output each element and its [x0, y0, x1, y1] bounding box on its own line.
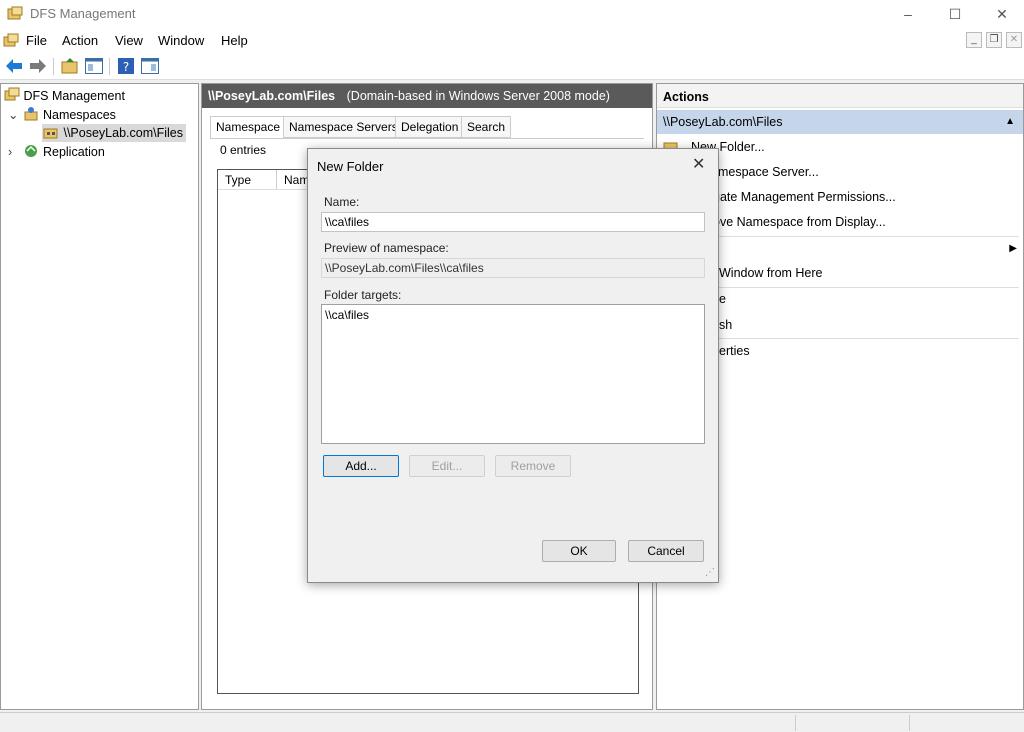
tree-label: Replication — [42, 145, 105, 159]
status-divider — [909, 715, 910, 731]
remove-button[interactable]: Remove — [495, 455, 571, 477]
chevron-down-icon[interactable]: ⌄ — [8, 106, 20, 124]
dfs-app-icon — [7, 6, 23, 20]
new-folder-dialog: New Folder ✕ Name: \\ca\files Preview of… — [307, 148, 719, 583]
action-label: Window from Here — [719, 266, 823, 280]
tab-delegation[interactable]: Delegation — [395, 116, 465, 138]
edit-button[interactable]: Edit... — [409, 455, 485, 477]
name-input[interactable]: \\ca\files — [321, 212, 705, 232]
tab-namespace-servers[interactable]: Namespace Servers — [283, 116, 404, 138]
menu-file[interactable]: File — [26, 33, 47, 48]
tree-label: \\PoseyLab.com\Files — [63, 126, 183, 140]
up-folder-icon[interactable] — [60, 56, 80, 76]
menu-action[interactable]: Action — [62, 33, 98, 48]
status-divider — [795, 715, 796, 731]
tab-namespace[interactable]: Namespace — [210, 116, 287, 139]
tree-label: Namespaces — [42, 108, 116, 122]
column-divider[interactable] — [276, 170, 277, 189]
column-type[interactable]: Type — [225, 173, 251, 187]
action-label: ove Namespace from Display... — [713, 215, 886, 229]
mdi-restore-button[interactable]: ❐ — [986, 32, 1002, 48]
preview-label: Preview of namespace: — [324, 241, 449, 255]
column-name[interactable]: Nam — [284, 173, 309, 187]
folder-targets-label: Folder targets: — [324, 288, 402, 302]
toolbar: ? — [0, 53, 1024, 80]
dialog-close-icon[interactable]: ✕ — [692, 154, 705, 174]
entries-count: 0 entries — [220, 143, 267, 157]
namespace-header-mode: (Domain-based in Windows Server 2008 mod… — [346, 89, 610, 103]
forward-arrow-icon[interactable] — [28, 56, 48, 76]
action-label: e — [719, 292, 726, 306]
preview-field: \\PoseyLab.com\Files\\ca\files — [321, 258, 705, 278]
toolbar-separator — [109, 58, 110, 75]
action-label: sh — [719, 318, 733, 332]
submenu-arrow-icon: ▶ — [1009, 243, 1017, 254]
tree-item-namespace-selected[interactable]: \\PoseyLab.com\Files — [42, 124, 186, 142]
toolbar-separator — [53, 58, 54, 75]
maximize-button[interactable]: ☐ — [935, 2, 975, 26]
dialog-title: New Folder — [317, 159, 384, 174]
actions-header: Actions — [657, 84, 1023, 108]
menu-window[interactable]: Window — [158, 33, 204, 48]
tree-item-namespaces[interactable]: ⌄ Namespaces — [8, 106, 116, 124]
mmc-document-icon — [3, 33, 19, 47]
console-tree: DFS Management ⌄ Namespaces \\PoseyLab.c… — [0, 83, 199, 710]
show-hide-console-tree-icon[interactable] — [84, 56, 104, 76]
actions-section-header[interactable]: \\PoseyLab.com\Files ▲ — [657, 110, 1023, 134]
svg-text:?: ? — [123, 60, 129, 74]
action-label: erties — [719, 344, 750, 358]
replication-icon — [25, 145, 38, 157]
action-label: gate Management Permissions... — [713, 190, 896, 204]
namespace-root-icon — [43, 128, 58, 139]
namespace-header-title: \\PoseyLab.com\Files — [208, 89, 336, 103]
cancel-button[interactable]: Cancel — [628, 540, 704, 562]
actions-section-title: \\PoseyLab.com\Files — [663, 115, 783, 129]
minimize-button[interactable]: – — [888, 2, 928, 26]
title-bar: DFS Management – ☐ ✕ — [0, 0, 1024, 28]
back-arrow-icon[interactable] — [4, 56, 24, 76]
ok-button[interactable]: OK — [542, 540, 616, 562]
dfs-management-icon — [4, 87, 20, 101]
collapse-arrow-icon[interactable]: ▲ — [1005, 110, 1015, 134]
mdi-close-button[interactable]: ✕ — [1006, 32, 1022, 48]
help-icon[interactable]: ? — [116, 56, 136, 76]
menu-bar: File Action View Window Help _ ❐ ✕ — [0, 28, 1024, 53]
mdi-minimize-button[interactable]: _ — [966, 32, 982, 48]
results-header: \\PoseyLab.com\Files (Domain-based in Wi… — [202, 84, 652, 108]
menu-view[interactable]: View — [115, 33, 143, 48]
close-window-button[interactable]: ✕ — [982, 2, 1022, 26]
folder-targets-list[interactable]: \\ca\files — [321, 304, 705, 444]
tree-item-replication[interactable]: › Replication — [8, 143, 105, 161]
window-title: DFS Management — [30, 6, 136, 21]
tree-label: DFS Management — [23, 89, 125, 103]
list-item[interactable]: \\ca\files — [325, 308, 369, 322]
show-hide-action-pane-icon[interactable] — [140, 56, 160, 76]
tree-item-dfs-management[interactable]: DFS Management — [4, 87, 125, 105]
status-bar — [0, 712, 1024, 732]
action-label: Namespace Server... — [702, 165, 819, 179]
namespaces-icon — [24, 107, 38, 121]
add-button[interactable]: Add... — [323, 455, 399, 477]
menu-help[interactable]: Help — [221, 33, 248, 48]
tab-search[interactable]: Search — [461, 116, 512, 138]
tab-divider — [210, 138, 644, 139]
chevron-right-icon[interactable]: › — [8, 143, 20, 161]
resize-grip-icon[interactable]: ⋰ — [705, 567, 715, 578]
name-label: Name: — [324, 195, 360, 209]
